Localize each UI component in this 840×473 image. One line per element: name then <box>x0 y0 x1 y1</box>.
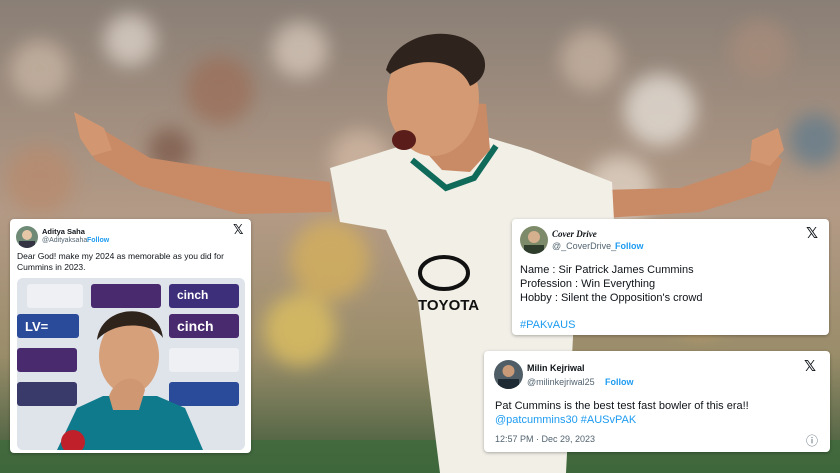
user-avatar-icon <box>19 230 35 248</box>
tweet-card-aditya[interactable]: Aditya Saha @Adityaksaha Follow 𝕏 Dear G… <box>10 219 251 453</box>
sponsor-banner-label: cinch <box>177 318 214 334</box>
mouth <box>392 130 416 150</box>
tweet-author-name[interactable]: Milin Kejriwal <box>527 363 585 373</box>
tweet-text: Name : Sir Patrick James Cummins Profess… <box>520 263 702 305</box>
avatar[interactable] <box>494 360 523 389</box>
press-conference-photo: cinch LV= cinch <box>17 278 245 450</box>
x-logo-icon[interactable]: 𝕏 <box>804 357 816 375</box>
tweet-text-line: Hobby : Silent the Opposition's crowd <box>520 292 703 304</box>
sponsor-banner-label: LV= <box>25 319 49 334</box>
tweet-author-handle[interactable]: @_CoverDrive_ <box>552 241 616 251</box>
follow-button[interactable]: Follow <box>87 237 109 244</box>
sponsor-banner-label: cinch <box>177 288 208 302</box>
tweet-card-cover-drive[interactable]: Cover Drive @_CoverDrive_ Follow 𝕏 Name … <box>512 219 829 335</box>
tweet-mentions-hashtags[interactable]: @patcummins30 #AUSvPAK <box>495 414 636 426</box>
info-icon[interactable]: ⓘ <box>806 432 818 449</box>
tweet-author-handle[interactable]: @milinkejriwal25 <box>527 377 595 387</box>
tweet-text-line: Profession : Win Everything <box>520 278 656 290</box>
x-logo-icon[interactable]: 𝕏 <box>233 223 243 238</box>
avatar[interactable] <box>520 226 548 254</box>
follow-button[interactable]: Follow <box>615 241 644 251</box>
follow-button[interactable]: Follow <box>605 377 634 387</box>
avatar[interactable] <box>16 226 38 248</box>
sponsor-text: TOYOTA <box>418 297 479 314</box>
tweet-card-milin[interactable]: Milin Kejriwal @milinkejriwal25 Follow 𝕏… <box>484 351 830 452</box>
tweet-text: Dear God! make my 2024 as memorable as y… <box>17 251 224 272</box>
tweet-text-line: Name : Sir Patrick James Cummins <box>520 264 694 276</box>
tweet-image[interactable]: cinch LV= cinch <box>17 278 245 450</box>
tweet-timestamp[interactable]: 12:57 PM · Dec 29, 2023 <box>495 434 595 444</box>
tweet-text: Pat Cummins is the best test fast bowler… <box>495 400 749 412</box>
user-avatar-icon <box>524 231 544 254</box>
tweet-author-name[interactable]: Cover Drive <box>552 229 597 239</box>
user-avatar-icon <box>498 365 519 389</box>
x-logo-icon[interactable]: 𝕏 <box>806 224 818 242</box>
tweet-author-name[interactable]: Aditya Saha <box>42 227 85 236</box>
tweet-author-handle[interactable]: @Adityaksaha <box>42 237 87 244</box>
hashtag-link[interactable]: #PAKvAUS <box>520 319 575 331</box>
